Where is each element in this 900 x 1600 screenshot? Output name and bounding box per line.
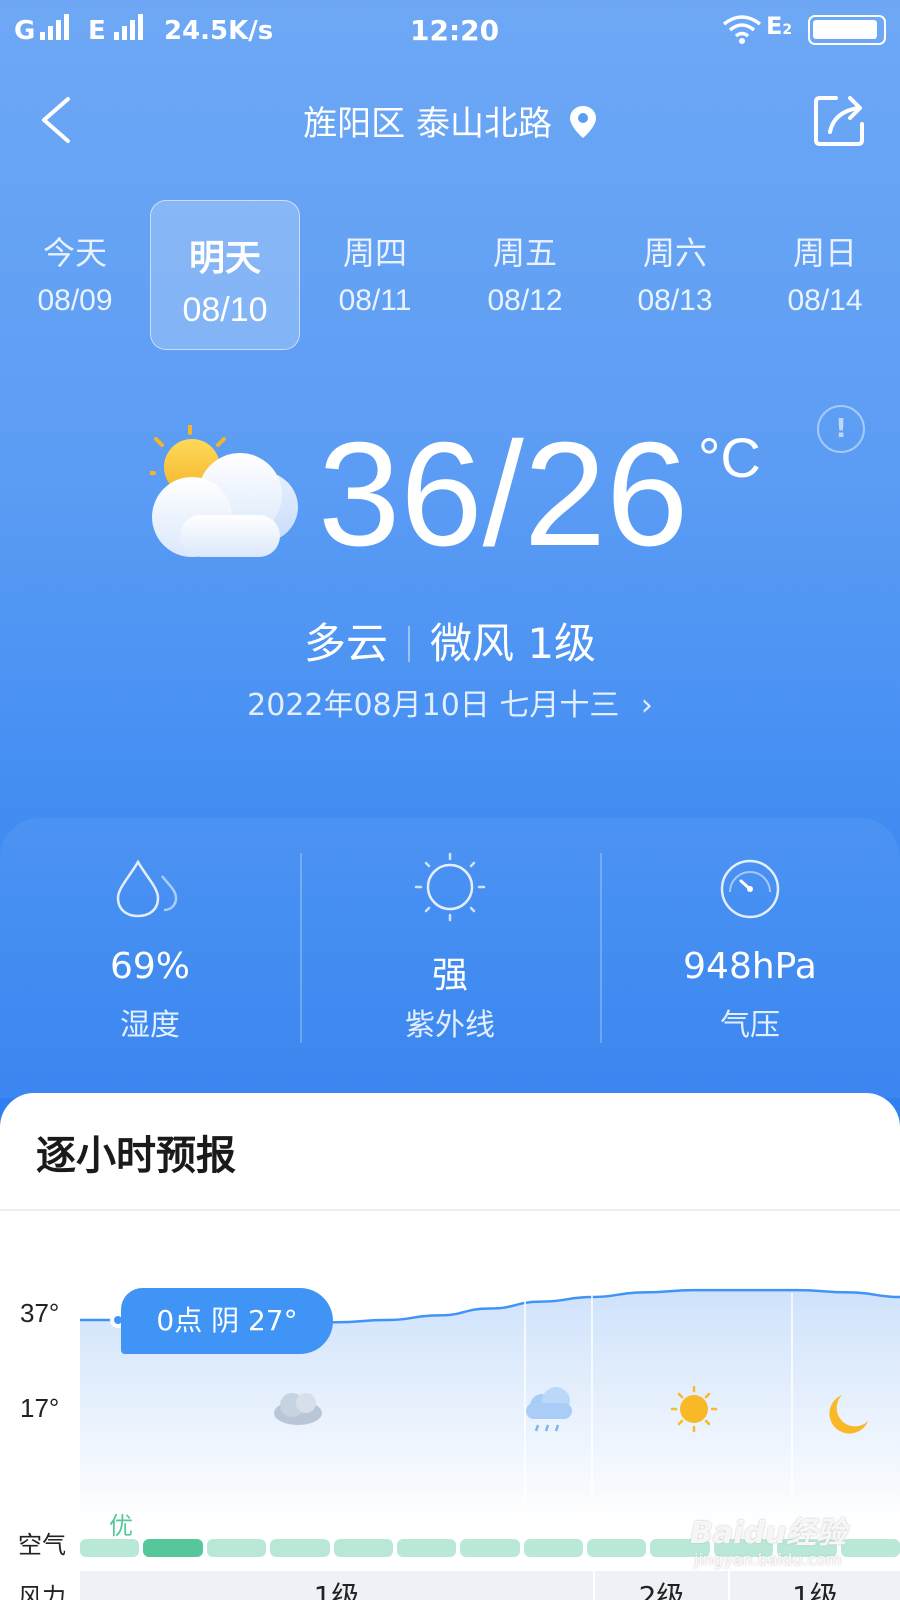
day-name: 周六 <box>642 234 707 272</box>
day-tabs: 今天 08/09 明天 08/10 周四 08/11 周五 08/12 周六 08/13 … <box>0 200 900 350</box>
air-quality-bar <box>206 1539 267 1557</box>
stats-panel: 69% 湿度 强 紫外线 948hPa 气压 <box>0 818 900 1098</box>
air-row-label: 空气 <box>18 1531 66 1559</box>
air-quality-bar <box>396 1539 457 1557</box>
day-name: 周五 <box>492 234 557 272</box>
day-date: 08/14 <box>787 284 863 317</box>
network-speed: 24.5K/s <box>164 16 274 46</box>
battery-icon <box>808 15 886 45</box>
stat-value: 69% <box>109 946 190 987</box>
y-tick-min: 17° <box>20 1393 60 1423</box>
wind-row-label: 风力 <box>18 1583 66 1600</box>
y-tick-max: 37° <box>20 1298 60 1328</box>
date-link[interactable]: 2022年08月10日 七月十三 › <box>0 680 900 724</box>
temperature-unit: °C <box>698 426 761 489</box>
day-name: 今天 <box>42 234 107 272</box>
stat-label: 湿度 <box>120 1008 180 1043</box>
stat-label: 气压 <box>720 1008 780 1043</box>
status-bar: G E 24.5K/s 12:20 E2 <box>0 0 900 60</box>
wind-level: 1级 <box>792 1580 838 1600</box>
location-text: 旌阳区 泰山北路 <box>303 104 552 144</box>
air-quality-bar <box>80 1539 140 1557</box>
temperature-range: 36/26 <box>318 412 689 577</box>
stat-pressure: 948hPa 气压 <box>600 818 900 1068</box>
stat-value: 948hPa <box>683 946 817 987</box>
clock: 12:20 <box>410 14 500 47</box>
day-date: 08/09 <box>37 284 113 317</box>
stat-uv: 强 紫外线 <box>300 818 600 1068</box>
day-name: 周日 <box>792 234 857 272</box>
stat-label: 紫外线 <box>405 1008 495 1043</box>
chevron-right-icon: › <box>640 688 653 723</box>
day-name: 明天 <box>188 238 261 279</box>
day-date: 08/13 <box>637 284 713 317</box>
day-tab-thu[interactable]: 周四 08/11 <box>300 200 450 350</box>
day-tab-sat[interactable]: 周六 08/13 <box>600 200 750 350</box>
day-name: 周四 <box>342 234 407 272</box>
carrier-2: E <box>88 16 106 46</box>
air-quality-bar <box>523 1539 584 1557</box>
partly-cloudy-icon <box>150 425 298 557</box>
divider <box>407 626 410 662</box>
air-quality-bar <box>840 1539 900 1557</box>
air-quality-bar <box>460 1539 520 1557</box>
air-quality-label: 优 <box>109 1512 133 1540</box>
wind-level: 1级 <box>313 1580 360 1600</box>
share-icon[interactable] <box>814 94 866 146</box>
stat-humidity: 69% 湿度 <box>0 818 300 1068</box>
network-type: E2 <box>766 12 793 40</box>
condition-text: 多云 <box>303 619 388 668</box>
wind-text: 微风 1级 <box>429 619 597 668</box>
location-pin-icon <box>569 106 596 138</box>
air-quality-bar <box>587 1539 647 1557</box>
info-icon[interactable]: ! <box>817 405 865 453</box>
carrier-1: G <box>14 16 36 46</box>
location-title[interactable]: 旌阳区 泰山北路 <box>0 96 900 145</box>
day-tab-sun[interactable]: 周日 08/14 <box>750 200 900 350</box>
divider <box>0 1209 900 1211</box>
air-quality-bar <box>333 1539 393 1557</box>
day-date: 08/10 <box>182 291 268 329</box>
air-quality-bar <box>270 1539 330 1557</box>
air-quality-bar <box>143 1539 203 1557</box>
signal-icon <box>40 14 69 40</box>
signal-icon-2 <box>114 14 143 40</box>
wifi-icon <box>722 15 762 44</box>
day-date: 08/12 <box>487 284 563 317</box>
day-tab-fri[interactable]: 周五 08/12 <box>450 200 600 350</box>
hourly-tooltip: 0点 阴 27° <box>121 1288 333 1354</box>
watermark-url: jingyan.baidu.com <box>694 1550 842 1569</box>
day-date: 08/11 <box>338 284 412 317</box>
condition-line: 多云 微风 1级 <box>0 610 900 671</box>
section-title: 逐小时预报 <box>36 1133 236 1179</box>
uv-sun-icon <box>414 852 486 922</box>
wind-level: 2级 <box>638 1580 685 1600</box>
date-text: 2022年08月10日 七月十三 <box>247 688 620 723</box>
stat-value: 强 <box>431 955 468 996</box>
watermark-logo: Baidu经验 <box>690 1516 847 1551</box>
pressure-gauge-icon <box>720 859 780 919</box>
humidity-icon <box>116 859 178 918</box>
day-tab-today[interactable]: 今天 08/09 <box>0 200 150 350</box>
day-tab-tomorrow[interactable]: 明天 08/10 <box>150 200 300 350</box>
